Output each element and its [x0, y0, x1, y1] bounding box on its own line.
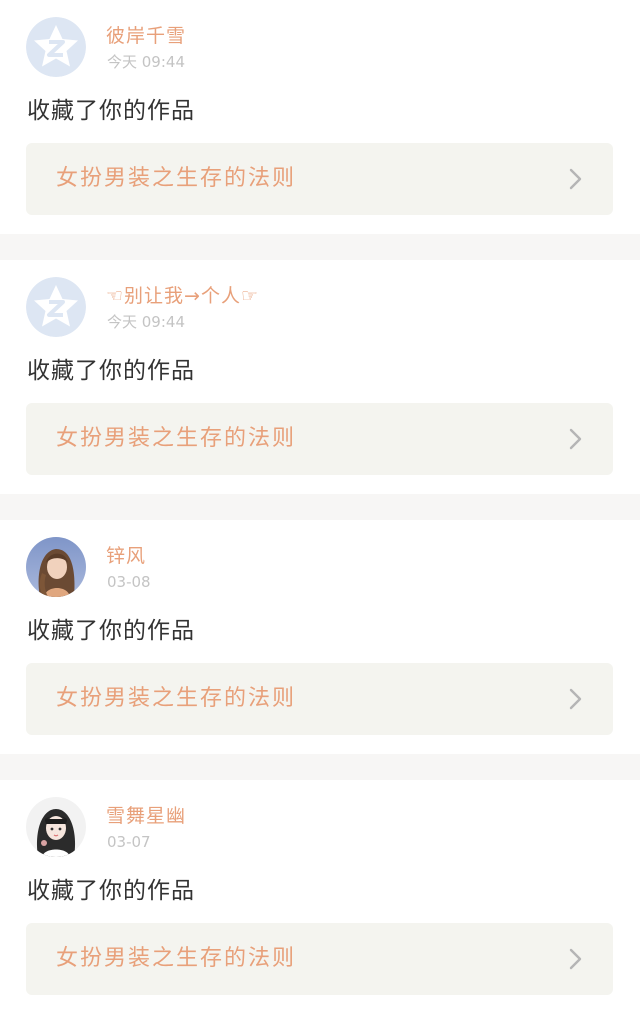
- divider: [0, 754, 640, 780]
- username[interactable]: ☜别让我→个人☞: [106, 284, 259, 308]
- username[interactable]: 彼岸千雪: [106, 24, 186, 48]
- work-title: 女扮男装之生存的法则: [56, 686, 297, 711]
- timestamp: 03-08: [107, 573, 151, 591]
- work-link-card[interactable]: 女扮男装之生存的法则: [26, 403, 613, 475]
- work-link-card[interactable]: 女扮男装之生存的法则: [26, 663, 613, 735]
- photo-avatar-girl-long-hair[interactable]: [26, 537, 86, 597]
- timestamp: 今天 09:44: [107, 313, 185, 331]
- username[interactable]: 锌风: [106, 544, 146, 568]
- timestamp: 今天 09:44: [107, 53, 185, 71]
- photo-avatar-girl-white[interactable]: [26, 797, 86, 857]
- chevron-right-icon: [563, 427, 587, 451]
- qq-default-avatar-icon[interactable]: [26, 17, 86, 77]
- divider: [0, 234, 640, 260]
- action-text: 收藏了你的作品: [27, 98, 195, 124]
- chevron-right-icon: [563, 167, 587, 191]
- qq-default-avatar-icon[interactable]: [26, 277, 86, 337]
- username[interactable]: 雪舞星幽: [106, 804, 186, 828]
- work-link-card[interactable]: 女扮男装之生存的法则: [26, 143, 613, 215]
- work-title: 女扮男装之生存的法则: [56, 946, 297, 971]
- chevron-right-icon: [563, 947, 587, 971]
- work-link-card[interactable]: 女扮男装之生存的法则: [26, 923, 613, 995]
- notification-item: 彼岸千雪 今天 09:44 收藏了你的作品 女扮男装之生存的法则: [0, 0, 640, 234]
- timestamp: 03-07: [107, 833, 151, 851]
- work-title: 女扮男装之生存的法则: [56, 426, 297, 451]
- action-text: 收藏了你的作品: [27, 878, 195, 904]
- divider: [0, 494, 640, 520]
- chevron-right-icon: [563, 687, 587, 711]
- notification-item: 锌风 03-08 收藏了你的作品 女扮男装之生存的法则: [0, 520, 640, 754]
- notification-item: ☜别让我→个人☞ 今天 09:44 收藏了你的作品 女扮男装之生存的法则: [0, 260, 640, 494]
- notification-item: 雪舞星幽 03-07 收藏了你的作品 女扮男装之生存的法则: [0, 780, 640, 1014]
- action-text: 收藏了你的作品: [27, 618, 195, 644]
- notification-feed: 彼岸千雪 今天 09:44 收藏了你的作品 女扮男装之生存的法则 ☜别让我→个人…: [0, 0, 640, 1014]
- work-title: 女扮男装之生存的法则: [56, 166, 297, 191]
- action-text: 收藏了你的作品: [27, 358, 195, 384]
